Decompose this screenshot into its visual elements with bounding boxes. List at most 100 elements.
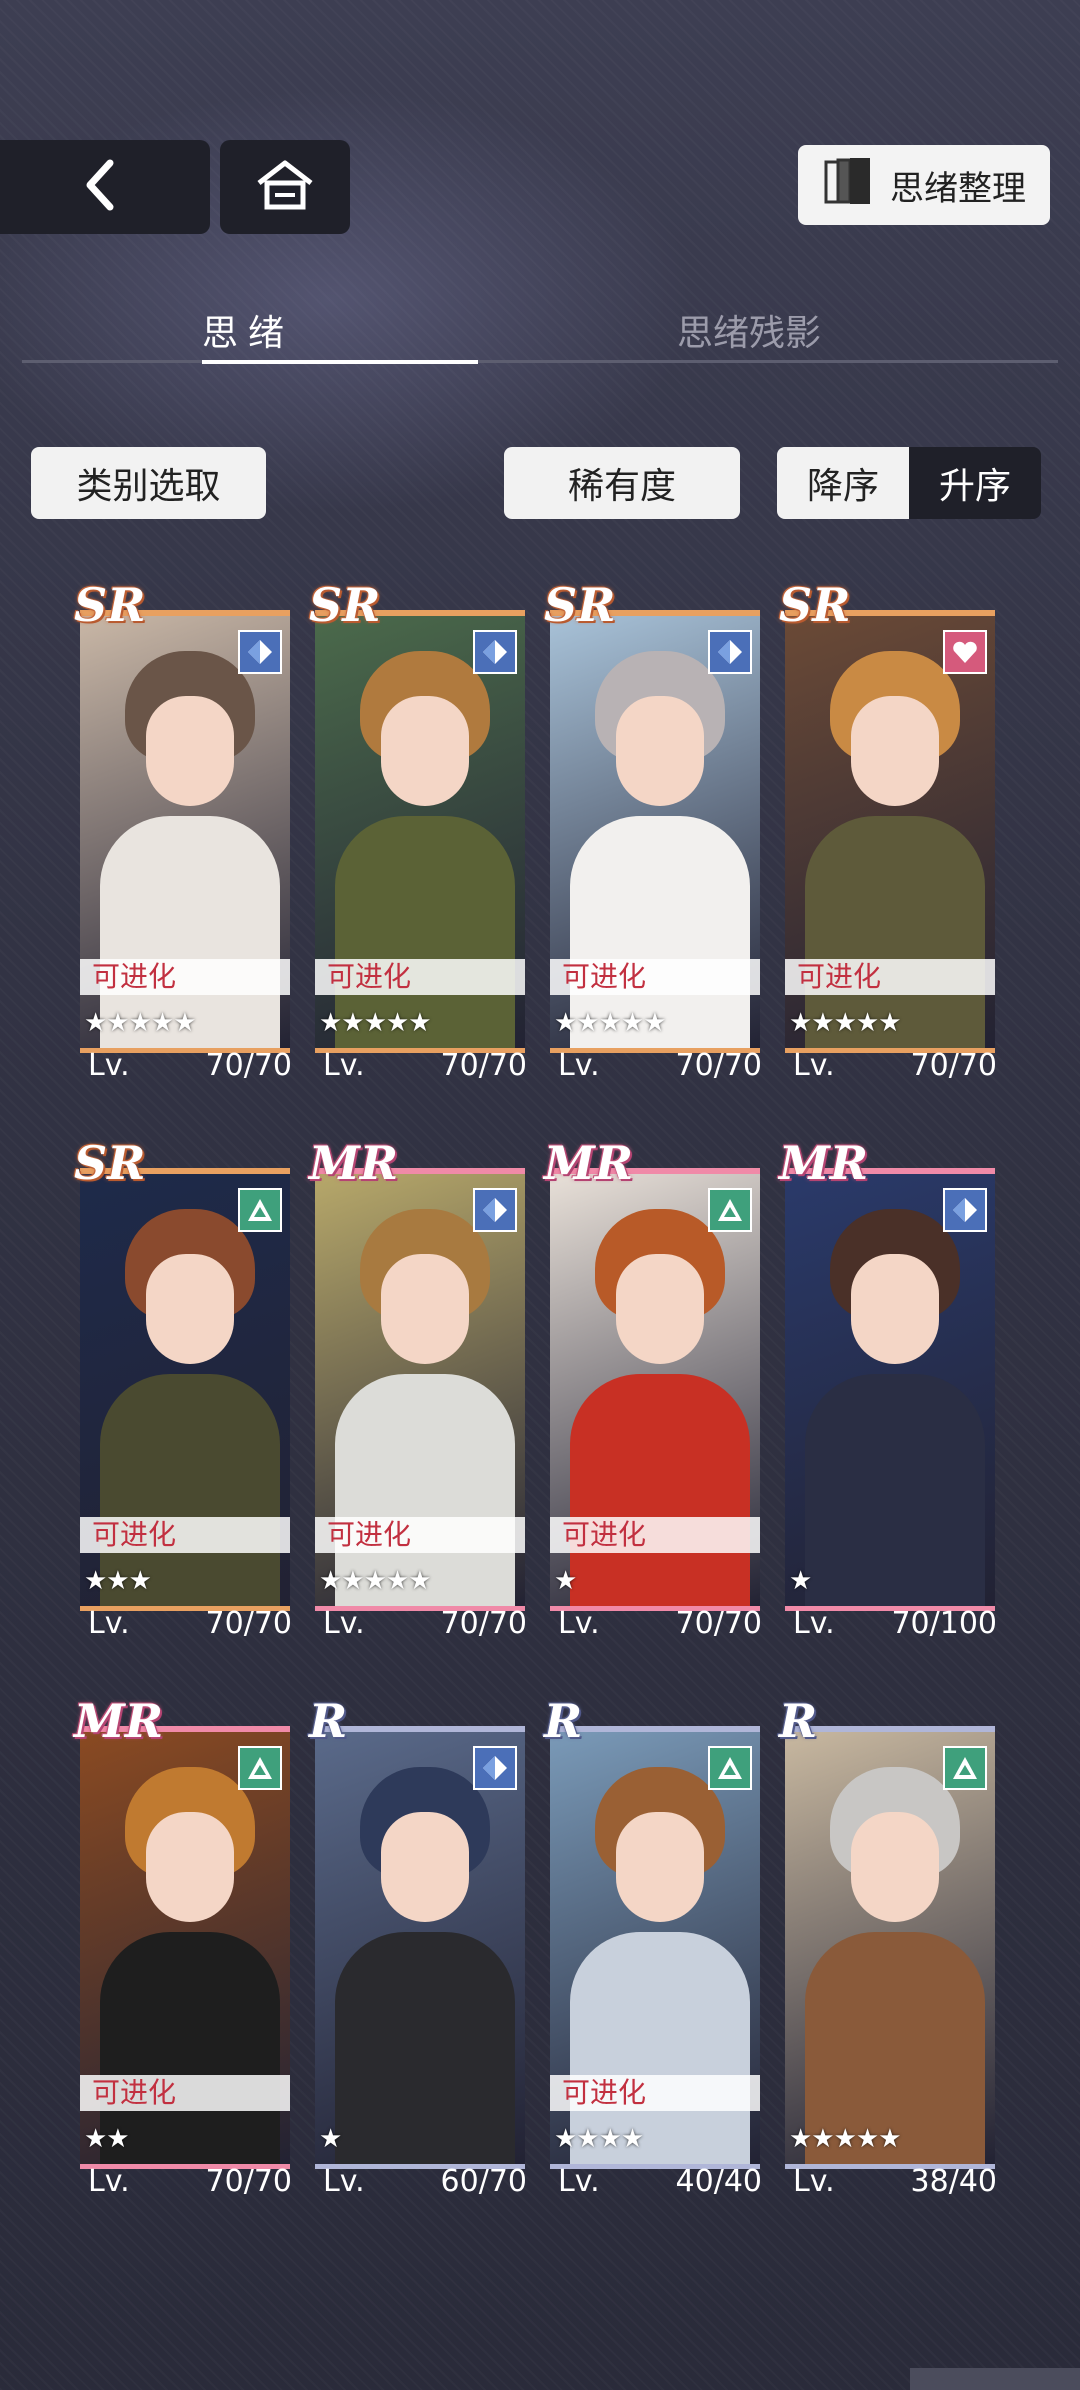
character-artwork (315, 1732, 525, 2164)
level-value: 40/40 (675, 2164, 762, 2199)
home-icon (255, 159, 315, 215)
character-face (146, 696, 234, 806)
tab-thought-shadows[interactable]: 思绪残影 (677, 304, 821, 356)
heart-icon (943, 630, 987, 674)
character-artwork (785, 1174, 995, 1606)
thought-card[interactable]: 可进化 ★★★★★ SR Lv. 70/70 (74, 582, 292, 1110)
level-label: Lv. (793, 2164, 835, 2199)
character-face (146, 1254, 234, 1364)
level-value: 70/70 (205, 2164, 292, 2199)
star-rating: ★ (789, 1566, 812, 1596)
star-rating: ★★★★★ (319, 1566, 432, 1596)
diamond-icon (473, 1188, 517, 1232)
level-label: Lv. (558, 1048, 600, 1083)
star-rating: ★★★★★ (789, 2124, 902, 2154)
character-face (616, 1812, 704, 1922)
thought-card[interactable]: 可进化 ★★★★ R Lv. 40/40 (544, 1698, 762, 2226)
evolvable-label: 可进化 (80, 2075, 290, 2111)
rarity-badge: SR (74, 1136, 146, 1190)
triangle-icon (238, 1746, 282, 1790)
character-artwork (785, 1732, 995, 2164)
star-rating: ★★★ (84, 1566, 152, 1596)
level-label: Lv. (558, 2164, 600, 2199)
rarity-badge: SR (74, 578, 146, 632)
level-label: Lv. (558, 1606, 600, 1641)
thought-card[interactable]: ★ R Lv. 60/70 (309, 1698, 527, 2226)
card-artwork-frame: 可进化 ★ (550, 1168, 760, 1611)
star-rating: ★★★★★ (84, 1008, 197, 1038)
diamond-icon (473, 1746, 517, 1790)
level-label: Lv. (88, 1606, 130, 1641)
character-face (851, 696, 939, 806)
card-artwork-frame: ★★★★★ (785, 1726, 995, 2169)
organize-label: 思绪整理 (890, 168, 1026, 209)
thought-card[interactable]: ★★★★★ R Lv. 38/40 (779, 1698, 997, 2226)
back-button[interactable] (0, 140, 210, 234)
card-artwork-frame: 可进化 ★★★★★ (315, 610, 525, 1053)
rarity-badge: R (779, 1694, 818, 1748)
level-label: Lv. (88, 1048, 130, 1083)
rarity-badge: MR (779, 1136, 869, 1190)
level-label: Lv. (323, 2164, 365, 2199)
thought-card[interactable]: 可进化 ★★★ SR Lv. 70/70 (74, 1140, 292, 1668)
level-value: 70/70 (440, 1606, 527, 1641)
sort-descending-button[interactable]: 降序 (777, 447, 909, 519)
diamond-icon (943, 1188, 987, 1232)
thought-card[interactable]: 可进化 ★★★★★ SR Lv. 70/70 (309, 582, 527, 1110)
thought-card[interactable]: 可进化 ★★★★★ MR Lv. 70/70 (309, 1140, 527, 1668)
evolvable-label: 可进化 (80, 959, 290, 995)
thought-card[interactable]: ★ MR Lv. 70/100 (779, 1140, 997, 1668)
corner-strip (910, 2368, 1080, 2390)
rarity-badge: SR (544, 578, 616, 632)
character-face (851, 1254, 939, 1364)
card-artwork-frame: 可进化 ★★★★★ (80, 610, 290, 1053)
thought-card[interactable]: 可进化 ★★★★★ SR Lv. 70/70 (779, 582, 997, 1110)
character-face (381, 696, 469, 806)
character-face (381, 1812, 469, 1922)
evolvable-label: 可进化 (80, 1517, 290, 1553)
card-artwork-frame: 可进化 ★★★★★ (550, 610, 760, 1053)
sort-ascending-button[interactable]: 升序 (909, 447, 1041, 519)
card-artwork-frame: 可进化 ★★ (80, 1726, 290, 2169)
diamond-icon (238, 630, 282, 674)
character-face (616, 1254, 704, 1364)
level-value: 70/70 (205, 1048, 292, 1083)
level-value: 70/100 (891, 1606, 997, 1641)
triangle-icon (943, 1746, 987, 1790)
character-outfit (335, 1932, 515, 2164)
star-rating: ★★★★★ (319, 1008, 432, 1038)
level-label: Lv. (323, 1048, 365, 1083)
star-rating: ★★★★★ (554, 1008, 667, 1038)
level-label: Lv. (793, 1048, 835, 1083)
tab-thoughts[interactable]: 思绪 (202, 304, 294, 356)
card-artwork-frame: 可进化 ★★★★ (550, 1726, 760, 2169)
category-filter-button[interactable]: 类别选取 (31, 447, 266, 519)
home-button[interactable] (220, 140, 350, 234)
sort-by-rarity-button[interactable]: 稀有度 (504, 447, 740, 519)
character-face (616, 696, 704, 806)
rarity-badge: R (544, 1694, 583, 1748)
evolvable-label: 可进化 (550, 1517, 760, 1553)
character-outfit (805, 1374, 985, 1606)
card-artwork-frame: 可进化 ★★★ (80, 1168, 290, 1611)
level-label: Lv. (793, 1606, 835, 1641)
diamond-icon (708, 630, 752, 674)
organize-thoughts-button[interactable]: 思绪整理 (798, 145, 1050, 225)
diamond-icon (473, 630, 517, 674)
star-rating: ★★★★ (554, 2124, 644, 2154)
level-label: Lv. (323, 1606, 365, 1641)
character-face (381, 1254, 469, 1364)
level-value: 70/70 (440, 1048, 527, 1083)
card-artwork-frame: 可进化 ★★★★★ (785, 610, 995, 1053)
triangle-icon (238, 1188, 282, 1232)
cards-stack-icon (822, 154, 876, 217)
rarity-badge: MR (309, 1136, 399, 1190)
thought-card[interactable]: 可进化 ★ MR Lv. 70/70 (544, 1140, 762, 1668)
card-artwork-frame: ★ (785, 1168, 995, 1611)
star-rating: ★ (319, 2124, 342, 2154)
level-value: 70/70 (675, 1048, 762, 1083)
thought-card[interactable]: 可进化 ★★ MR Lv. 70/70 (74, 1698, 292, 2226)
thought-card[interactable]: 可进化 ★★★★★ SR Lv. 70/70 (544, 582, 762, 1110)
evolvable-label: 可进化 (550, 2075, 760, 2111)
rarity-badge: R (309, 1694, 348, 1748)
